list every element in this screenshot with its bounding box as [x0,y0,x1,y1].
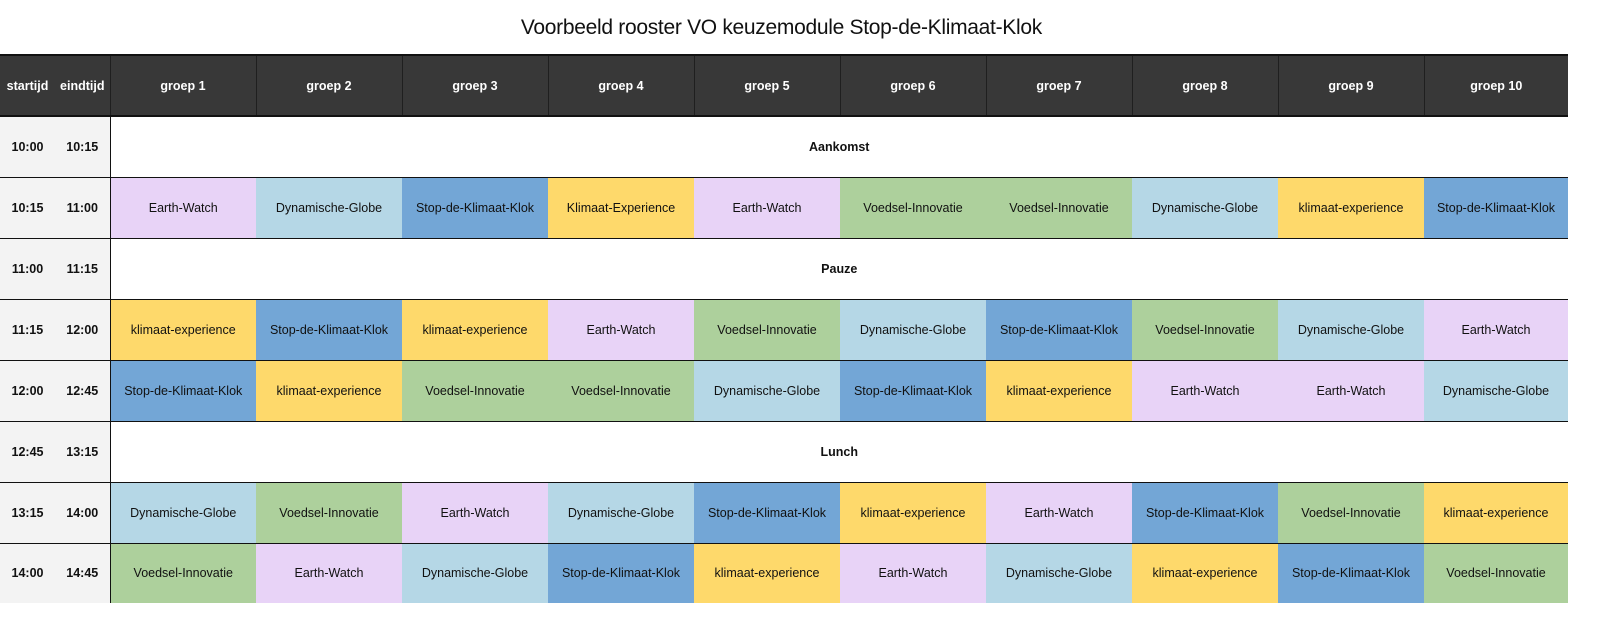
schedule-row: 11:15 12:00 klimaat-experience Stop-de-Klim… [0,299,1568,360]
start-time-cell: 11:15 [0,299,55,360]
schedule-row: 13:15 14:00 Dynamische-Globe Voedsel-Innova… [0,482,1568,543]
header-start-time: startijd [0,54,55,117]
schedule-row: 10:15 11:00 Earth-Watch Dynamische-Globe Sto… [0,177,1568,238]
activity-cell: Dynamische-Globe [1424,360,1568,421]
activity-cell: klimaat-experience [986,360,1132,421]
schedule-sheet: Voorbeeld rooster VO keuzemodule Stop-de… [0,0,1568,617]
activity-cell: Voedsel-Innovatie [1278,482,1424,543]
schedule-row: 12:00 12:45 Stop-de-Klimaat-Klok klimaat-ex… [0,360,1568,421]
activity-cell: Earth-Watch [1424,299,1568,360]
schedule-body: 10:00 10:15 Aankomst 10:15 11:00 Earth-Watch D… [0,116,1568,603]
end-time-cell: 11:15 [55,238,111,299]
activity-cell: Stop-de-Klimaat-Klok [694,482,840,543]
header-row: startijd eindtijd groep 1 groep 2 groep 3g… [0,54,1568,117]
activity-cell: Klimaat-Experience [548,177,694,238]
activity-cell: Earth-Watch [1132,360,1278,421]
activity-cell: Dynamische-Globe [256,177,402,238]
header-group-6: groep 6 [839,54,986,117]
header-group-3: groep 3 [401,54,548,117]
end-time-cell: 13:15 [55,421,111,482]
end-time-cell: 14:00 [55,482,111,543]
end-time-cell: 11:00 [55,177,111,238]
page-title-text: Voorbeeld rooster VO keuzemodule Stop-de… [520,16,1042,39]
header-end-time: eindtijd [55,54,110,117]
activity-cell: Earth-Watch [548,299,694,360]
start-time-cell: 12:00 [0,360,55,421]
start-time-cell: 10:15 [0,177,55,238]
schedule-header: startijd eindtijd groep 1 groep 2 groep 3g… [0,54,1568,117]
activity-cell: Voedsel-Innovatie [986,177,1132,238]
break-cell: Lunch [110,421,1568,482]
header-group-4: groep 4 [547,54,694,117]
activity-cell: Voedsel-Innovatie [256,482,402,543]
activity-cell: Voedsel-Innovatie [1132,299,1278,360]
activity-cell: Dynamische-Globe [548,482,694,543]
header-group-9: groep 9 [1277,54,1424,117]
schedule-row: 12:45 13:15 Lunch [0,421,1568,482]
activity-cell: Dynamische-Globe [1132,177,1278,238]
activity-cell: Dynamische-Globe [110,482,256,543]
activity-cell: klimaat-experience [1424,482,1568,543]
start-time-cell: 11:00 [0,238,55,299]
schedule-table: startijd eindtijd groep 1 groep 2 groep 3g… [0,54,1568,603]
activity-cell: Stop-de-Klimaat-Klok [548,543,694,603]
activity-cell: Earth-Watch [256,543,402,603]
activity-cell: Dynamische-Globe [840,299,986,360]
activity-cell: Stop-de-Klimaat-Klok [1278,543,1424,603]
activity-cell: Earth-Watch [110,177,256,238]
schedule-row: 14:00 14:45 Voedsel-Innovatie Earth-Watch Dy… [0,543,1568,603]
activity-cell: Voedsel-Innovatie [548,360,694,421]
activity-cell: Earth-Watch [402,482,548,543]
activity-cell: klimaat-experience [1278,177,1424,238]
schedule-row: 11:00 11:15 Pauze [0,238,1568,299]
activity-cell: Earth-Watch [840,543,986,603]
activity-cell: Stop-de-Klimaat-Klok [1424,177,1568,238]
activity-cell: Stop-de-Klimaat-Klok [1132,482,1278,543]
activity-cell: Voedsel-Innovatie [1424,543,1568,603]
start-time-cell: 14:00 [0,543,55,603]
header-group-2: groep 2 [255,54,402,117]
activity-cell: klimaat-experience [402,299,548,360]
activity-cell: klimaat-experience [1132,543,1278,603]
activity-cell: Voedsel-Innovatie [402,360,548,421]
header-group-1: groep 1 [109,54,256,117]
start-time-cell: 12:45 [0,421,55,482]
end-time-cell: 10:15 [55,116,111,177]
activity-cell: Voedsel-Innovatie [694,299,840,360]
activity-cell: Dynamische-Globe [402,543,548,603]
activity-cell: Earth-Watch [986,482,1132,543]
start-time-cell: 10:00 [0,116,55,177]
schedule-row: 10:00 10:15 Aankomst [0,116,1568,177]
activity-cell: Dynamische-Globe [986,543,1132,603]
break-cell: Aankomst [110,116,1568,177]
activity-cell: Voedsel-Innovatie [840,177,986,238]
activity-cell: klimaat-experience [110,299,256,360]
activity-cell: Stop-de-Klimaat-Klok [110,360,256,421]
activity-cell: Voedsel-Innovatie [110,543,256,603]
activity-cell: Stop-de-Klimaat-Klok [256,299,402,360]
activity-cell: Earth-Watch [694,177,840,238]
activity-cell: Dynamische-Globe [694,360,840,421]
page-title: Voorbeeld rooster VO keuzemodule Stop-de… [0,0,1568,54]
activity-cell: Stop-de-Klimaat-Klok [840,360,986,421]
activity-cell: Dynamische-Globe [1278,299,1424,360]
activity-cell: klimaat-experience [694,543,840,603]
activity-cell: Earth-Watch [1278,360,1424,421]
header-group-10: groep 10 [1423,54,1568,117]
end-time-cell: 12:45 [55,360,111,421]
activity-cell: Stop-de-Klimaat-Klok [402,177,548,238]
end-time-cell: 12:00 [55,299,111,360]
activity-cell: Stop-de-Klimaat-Klok [986,299,1132,360]
start-time-cell: 13:15 [0,482,55,543]
break-cell: Pauze [110,238,1568,299]
header-group-5: groep 5 [693,54,840,117]
header-group-7: groep 7 [985,54,1132,117]
header-group-8: groep 8 [1131,54,1278,117]
activity-cell: klimaat-experience [256,360,402,421]
activity-cell: klimaat-experience [840,482,986,543]
end-time-cell: 14:45 [55,543,111,603]
